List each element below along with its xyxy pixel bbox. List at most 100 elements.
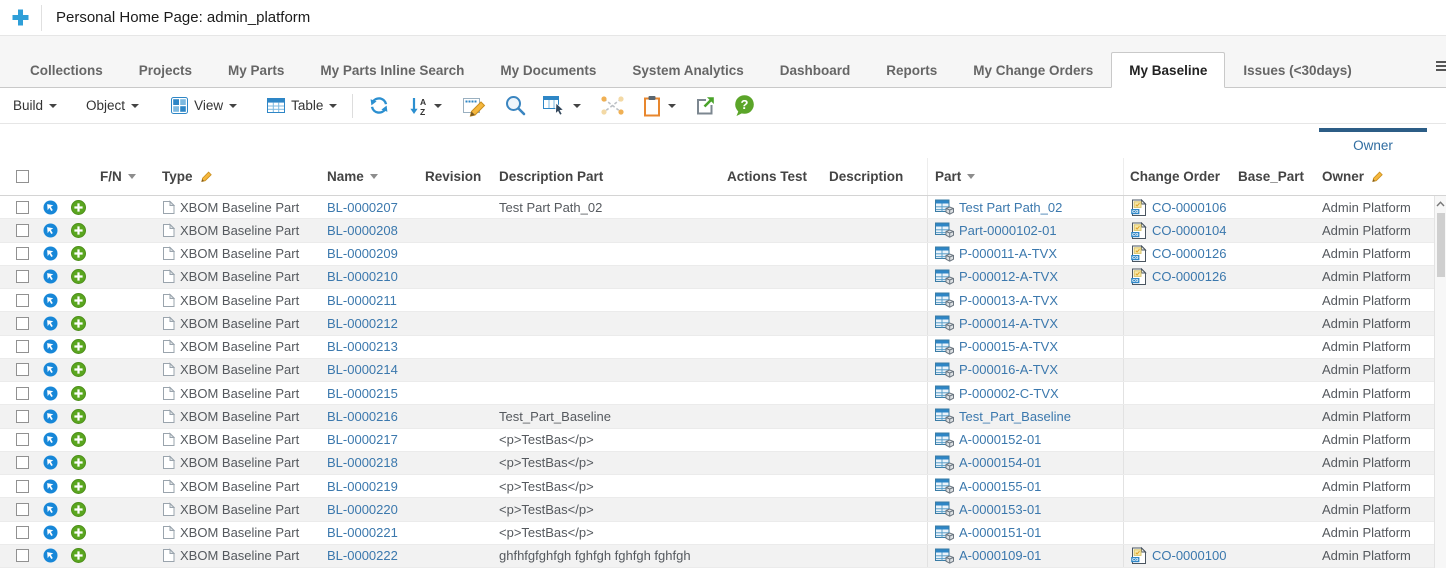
part-link[interactable]: A-0000153-01 (959, 502, 1041, 517)
table-menu-button[interactable]: Table (267, 98, 337, 113)
add-icon[interactable] (71, 362, 86, 377)
view-tab-owner[interactable]: Owner (1319, 128, 1427, 153)
open-info-icon[interactable] (43, 362, 58, 377)
scrollbar-thumb[interactable] (1437, 213, 1445, 277)
name-link[interactable]: BL-0000207 (327, 200, 398, 215)
open-info-icon[interactable] (43, 293, 58, 308)
column-header-part[interactable]: Part (927, 158, 1123, 195)
search-icon[interactable] (504, 94, 527, 117)
part-link[interactable]: Test Part Path_02 (959, 200, 1062, 215)
name-link[interactable]: BL-0000212 (327, 316, 398, 331)
column-header-type[interactable]: Type (156, 158, 322, 195)
row-checkbox[interactable] (16, 340, 29, 353)
column-header-owner[interactable]: Owner (1316, 158, 1434, 195)
name-link[interactable]: BL-0000214 (327, 362, 398, 377)
mass-edit-icon[interactable] (462, 95, 487, 117)
change-order-link[interactable]: CO-0000104 (1152, 223, 1226, 238)
part-link[interactable]: P-000013-A-TVX (959, 293, 1058, 308)
tab-my-change-orders[interactable]: My Change Orders (955, 52, 1111, 88)
add-icon[interactable] (71, 246, 86, 261)
sort-caret-icon[interactable] (370, 174, 378, 179)
add-icon[interactable] (71, 525, 86, 540)
name-link[interactable]: BL-0000208 (327, 223, 398, 238)
tab-my-baseline[interactable]: My Baseline (1111, 52, 1225, 88)
name-link[interactable]: BL-0000213 (327, 339, 398, 354)
open-info-icon[interactable] (43, 409, 58, 424)
part-link[interactable]: A-0000109-01 (959, 548, 1041, 563)
build-menu-button[interactable]: Build (13, 98, 57, 113)
change-order-link[interactable]: CO-0000106 (1152, 200, 1226, 215)
part-link[interactable]: P-000015-A-TVX (959, 339, 1058, 354)
add-icon[interactable] (71, 386, 86, 401)
tab-my-parts[interactable]: My Parts (210, 52, 302, 88)
open-info-icon[interactable] (43, 525, 58, 540)
change-order-link[interactable]: CO-0000100 (1152, 548, 1226, 563)
column-header-base_part[interactable]: Base_Part (1236, 158, 1316, 195)
clipboard-button[interactable] (642, 95, 676, 117)
add-icon[interactable] (71, 223, 86, 238)
name-link[interactable]: BL-0000216 (327, 409, 398, 424)
add-icon[interactable] (71, 269, 86, 284)
vertical-scrollbar[interactable] (1434, 196, 1446, 568)
row-checkbox[interactable] (16, 294, 29, 307)
tab-collections[interactable]: Collections (12, 52, 121, 88)
part-link[interactable]: P-000014-A-TVX (959, 316, 1058, 331)
column-header-revision[interactable]: Revision (419, 158, 494, 195)
open-info-icon[interactable] (43, 269, 58, 284)
object-menu-button[interactable]: Object (86, 98, 139, 113)
compare-routes-icon[interactable] (599, 95, 626, 116)
add-icon[interactable] (71, 479, 86, 494)
open-info-icon[interactable] (43, 455, 58, 470)
name-link[interactable]: BL-0000209 (327, 246, 398, 261)
add-icon[interactable] (71, 409, 86, 424)
select-all-checkbox[interactable] (16, 170, 29, 183)
add-icon[interactable] (71, 432, 86, 447)
tab-reports[interactable]: Reports (868, 52, 955, 88)
name-link[interactable]: BL-0000211 (327, 293, 397, 308)
part-link[interactable]: P-000012-A-TVX (959, 269, 1058, 284)
tab-issues-30days[interactable]: Issues (<30days) (1225, 52, 1369, 88)
tab-my-parts-inline-search[interactable]: My Parts Inline Search (302, 52, 482, 88)
part-link[interactable]: Part-0000102-01 (959, 223, 1057, 238)
tab-overflow-menu-icon[interactable] (1436, 59, 1446, 73)
open-info-icon[interactable] (43, 246, 58, 261)
open-info-icon[interactable] (43, 432, 58, 447)
row-checkbox[interactable] (16, 410, 29, 423)
row-checkbox[interactable] (16, 387, 29, 400)
name-link[interactable]: BL-0000217 (327, 432, 398, 447)
name-link[interactable]: BL-0000219 (327, 479, 398, 494)
name-link[interactable]: BL-0000218 (327, 455, 398, 470)
edit-pencil-icon[interactable] (1370, 170, 1384, 183)
column-header-actions_test[interactable]: Actions Test (723, 158, 824, 195)
row-checkbox[interactable] (16, 526, 29, 539)
add-icon[interactable] (71, 548, 86, 563)
part-link[interactable]: A-0000155-01 (959, 479, 1041, 494)
row-checkbox[interactable] (16, 503, 29, 516)
open-info-icon[interactable] (43, 479, 58, 494)
row-checkbox[interactable] (16, 456, 29, 469)
edit-pencil-icon[interactable] (199, 170, 213, 183)
export-icon[interactable] (695, 96, 715, 116)
row-checkbox[interactable] (16, 549, 29, 562)
sort-caret-icon[interactable] (128, 174, 136, 179)
row-checkbox[interactable] (16, 363, 29, 376)
change-order-link[interactable]: CO-0000126 (1152, 269, 1226, 284)
open-info-icon[interactable] (43, 223, 58, 238)
row-checkbox[interactable] (16, 201, 29, 214)
help-icon[interactable]: ? (733, 94, 756, 117)
part-link[interactable]: A-0000152-01 (959, 432, 1041, 447)
row-checkbox[interactable] (16, 317, 29, 330)
column-header-description[interactable]: Description (824, 158, 927, 195)
part-link[interactable]: P-000011-A-TVX (959, 246, 1057, 261)
refresh-icon[interactable] (368, 95, 390, 116)
tab-dashboard[interactable]: Dashboard (762, 52, 869, 88)
sort-caret-icon[interactable] (967, 174, 975, 179)
name-link[interactable]: BL-0000220 (327, 502, 398, 517)
view-menu-button[interactable]: View (171, 97, 237, 114)
part-link[interactable]: A-0000154-01 (959, 455, 1041, 470)
tab-system-analytics[interactable]: System Analytics (614, 52, 761, 88)
row-checkbox[interactable] (16, 433, 29, 446)
part-link[interactable]: P-000016-A-TVX (959, 362, 1058, 377)
add-icon[interactable] (71, 502, 86, 517)
open-info-icon[interactable] (43, 339, 58, 354)
